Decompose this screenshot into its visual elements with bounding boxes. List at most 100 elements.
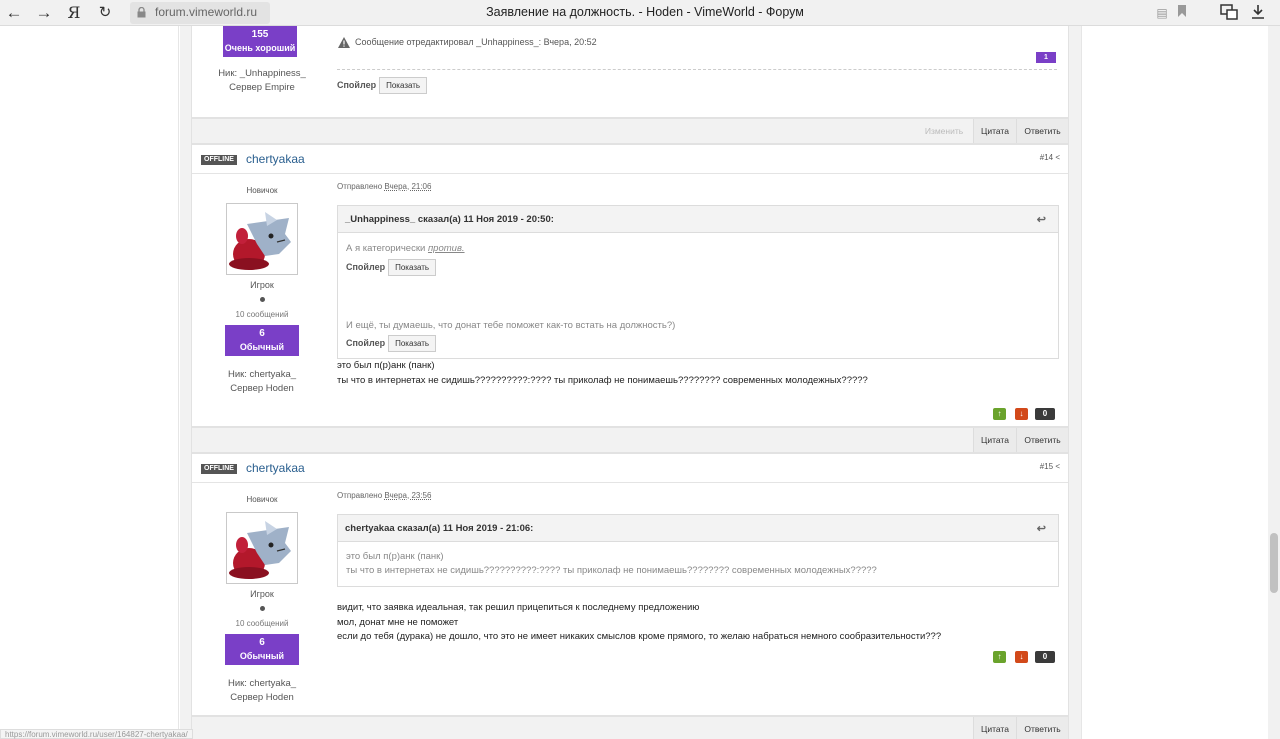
rank-label: Новичок: [246, 495, 278, 504]
warning-icon: [338, 37, 350, 48]
author-link[interactable]: chertyakaa: [246, 152, 305, 166]
quote-button[interactable]: Цитата: [973, 717, 1016, 739]
post-number[interactable]: #14 <: [1040, 153, 1060, 162]
page-title: Заявление на должность. - Hoden - VimeWo…: [486, 5, 804, 19]
upvote-icon[interactable]: ↑: [993, 651, 1006, 663]
spoiler-label: Спойлер: [346, 338, 386, 348]
vote-count: 0: [1035, 408, 1055, 420]
quote-return-icon[interactable]: ↩: [1037, 213, 1046, 226]
spoiler-show-button[interactable]: Показать: [388, 259, 437, 276]
post-count: 10 сообщений: [235, 310, 289, 319]
posted-prefix: Отправлено: [337, 182, 383, 191]
post-body-line: это был п(р)анк (панк): [337, 360, 435, 371]
quote-text: А я категорически: [346, 243, 428, 254]
post-15: OFFLINE chertyakaa #15 < Новичок Игрок 1…: [191, 453, 1069, 716]
post-header: OFFLINE chertyakaa #15 <: [192, 454, 1068, 483]
signature-divider: [337, 69, 1057, 70]
post-body-line: видит, что заявка идеальная, так решил п…: [337, 602, 700, 613]
post-body-line: если до тебя (дурака) не дошло, что это …: [337, 631, 942, 642]
reply-button[interactable]: Ответить: [1016, 428, 1068, 452]
reputation-badge: 155 Очень хороший: [223, 26, 297, 57]
reputation-label: Обычный: [239, 651, 285, 661]
post-body: это был п(р)анк (панк) ты что в интернет…: [337, 359, 868, 388]
online-dot-icon: [260, 297, 265, 302]
posted-time[interactable]: Вчера, 23:56: [384, 491, 431, 500]
post-header: OFFLINE chertyakaa #14 <: [192, 145, 1068, 174]
share-icon[interactable]: <: [1055, 153, 1060, 162]
author-meta: Ник: chertyaka_ Сервер Hoden: [192, 677, 332, 705]
avatar[interactable]: [226, 512, 298, 584]
post-count: 10 сообщений: [235, 619, 289, 628]
author-nick: Ник: chertyaka_: [227, 369, 297, 380]
quote-line: это был п(р)анк (панк): [346, 551, 444, 562]
reply-button[interactable]: Ответить: [1016, 717, 1068, 739]
downvote-icon[interactable]: ↓: [1015, 408, 1028, 420]
group-label: Игрок: [250, 589, 274, 599]
vote-count: 0: [1035, 651, 1055, 663]
author-server: Сервер Hoden: [230, 692, 294, 703]
post-body-line: ты что в интернетах не сидишь??????????:…: [337, 374, 868, 386]
quote-header: _Unhappiness_ сказал(а) 11 Ноя 2019 - 20…: [338, 206, 1058, 233]
reputation-vote-badge[interactable]: 1: [1036, 52, 1056, 63]
share-icon[interactable]: <: [1055, 462, 1060, 471]
quote-return-icon[interactable]: ↩: [1037, 522, 1046, 535]
quote-header: chertyakaa сказал(а) 11 Ноя 2019 - 21:06…: [338, 515, 1058, 542]
posted-prefix: Отправлено: [337, 491, 383, 500]
posted-time[interactable]: Вчера, 21:06: [384, 182, 431, 191]
post-body: видит, что заявка идеальная, так решил п…: [337, 601, 941, 645]
reputation-count: 6: [259, 637, 265, 648]
reputation-label: Обычный: [239, 342, 285, 352]
downvote-icon[interactable]: ↓: [1015, 651, 1028, 663]
scrollbar-thumb[interactable]: [1270, 533, 1278, 593]
upvote-icon[interactable]: ↑: [993, 408, 1006, 420]
scrollbar[interactable]: [1268, 26, 1280, 739]
post-15-footer: Цитата Ответить: [191, 716, 1069, 739]
quote-author: _Unhappiness_ сказал(а) 11 Ноя 2019 - 20…: [345, 214, 554, 225]
avatar-image: [229, 521, 291, 579]
posted-date: Отправлено Вчера, 23:56: [337, 491, 431, 500]
post-number[interactable]: #15 <: [1040, 462, 1060, 471]
translate-icon[interactable]: [1219, 4, 1239, 22]
post-14-footer: Цитата Ответить: [191, 427, 1069, 453]
quote-line: А я категорически против.: [346, 242, 465, 256]
reputation-badge: 6 Обычный: [225, 634, 299, 665]
page-gutter-left: [0, 26, 179, 739]
author-server: Сервер Empire: [229, 82, 295, 93]
reputation-count: 155: [251, 29, 269, 40]
quote-line: ты что в интернетах не сидишь??????????:…: [346, 565, 877, 576]
quote-body: это был п(р)анк (панк) ты что в интернет…: [346, 550, 877, 578]
avatar[interactable]: [226, 203, 298, 275]
author-meta: Ник: chertyaka_ Сервер Hoden: [192, 368, 332, 396]
spoiler-show-button[interactable]: Показать: [379, 77, 428, 94]
reply-button[interactable]: Ответить: [1016, 119, 1068, 143]
author-server: Сервер Hoden: [230, 383, 294, 394]
quote-spoiler: Спойлер Показать: [346, 335, 437, 352]
author-rank: Новичок: [192, 495, 332, 504]
signature-spoiler: Спойлер Показать: [337, 77, 428, 94]
quote-emphasis: против.: [427, 243, 465, 254]
quote-button[interactable]: Цитата: [973, 119, 1016, 143]
reader-icon[interactable]: ▤: [1153, 4, 1171, 22]
reputation-count: 6: [259, 328, 265, 339]
spoiler-show-button[interactable]: Показать: [388, 335, 437, 352]
quote-line: И ещё, ты думаешь, что донат тебе поможе…: [346, 320, 676, 331]
author-link[interactable]: chertyakaa: [246, 461, 305, 475]
offline-badge: OFFLINE: [201, 464, 237, 474]
rank-label: Новичок: [246, 186, 278, 195]
download-icon[interactable]: [1249, 4, 1267, 22]
quote-block: _Unhappiness_ сказал(а) 11 Ноя 2019 - 20…: [337, 205, 1059, 359]
status-bar-url: https://forum.vimeworld.ru/user/164827-c…: [0, 729, 193, 739]
browser-toolbar: ← → Я ↻ forum.vimeworld.ru Заявление на …: [0, 0, 1280, 26]
post-13-footer: Изменить Цитата Ответить: [191, 118, 1069, 144]
quote-block: chertyakaa сказал(а) 11 Ноя 2019 - 21:06…: [337, 514, 1059, 587]
author-nick: Ник: _Unhappiness_: [218, 68, 306, 79]
reputation-badge: 6 Обычный: [225, 325, 299, 356]
online-dot-icon: [260, 606, 265, 611]
post-body-line: мол, донат мне не поможет: [337, 616, 459, 628]
post-number-label: #15: [1039, 462, 1054, 471]
quote-button[interactable]: Цитата: [973, 428, 1016, 452]
bookmark-icon[interactable]: [1173, 4, 1191, 22]
edit-notice: Сообщение отредактировал _Unhappiness_: …: [355, 37, 597, 47]
edit-button[interactable]: Изменить: [920, 119, 968, 143]
post-14: OFFLINE chertyakaa #14 < Новичок Игрок 1…: [191, 144, 1069, 427]
